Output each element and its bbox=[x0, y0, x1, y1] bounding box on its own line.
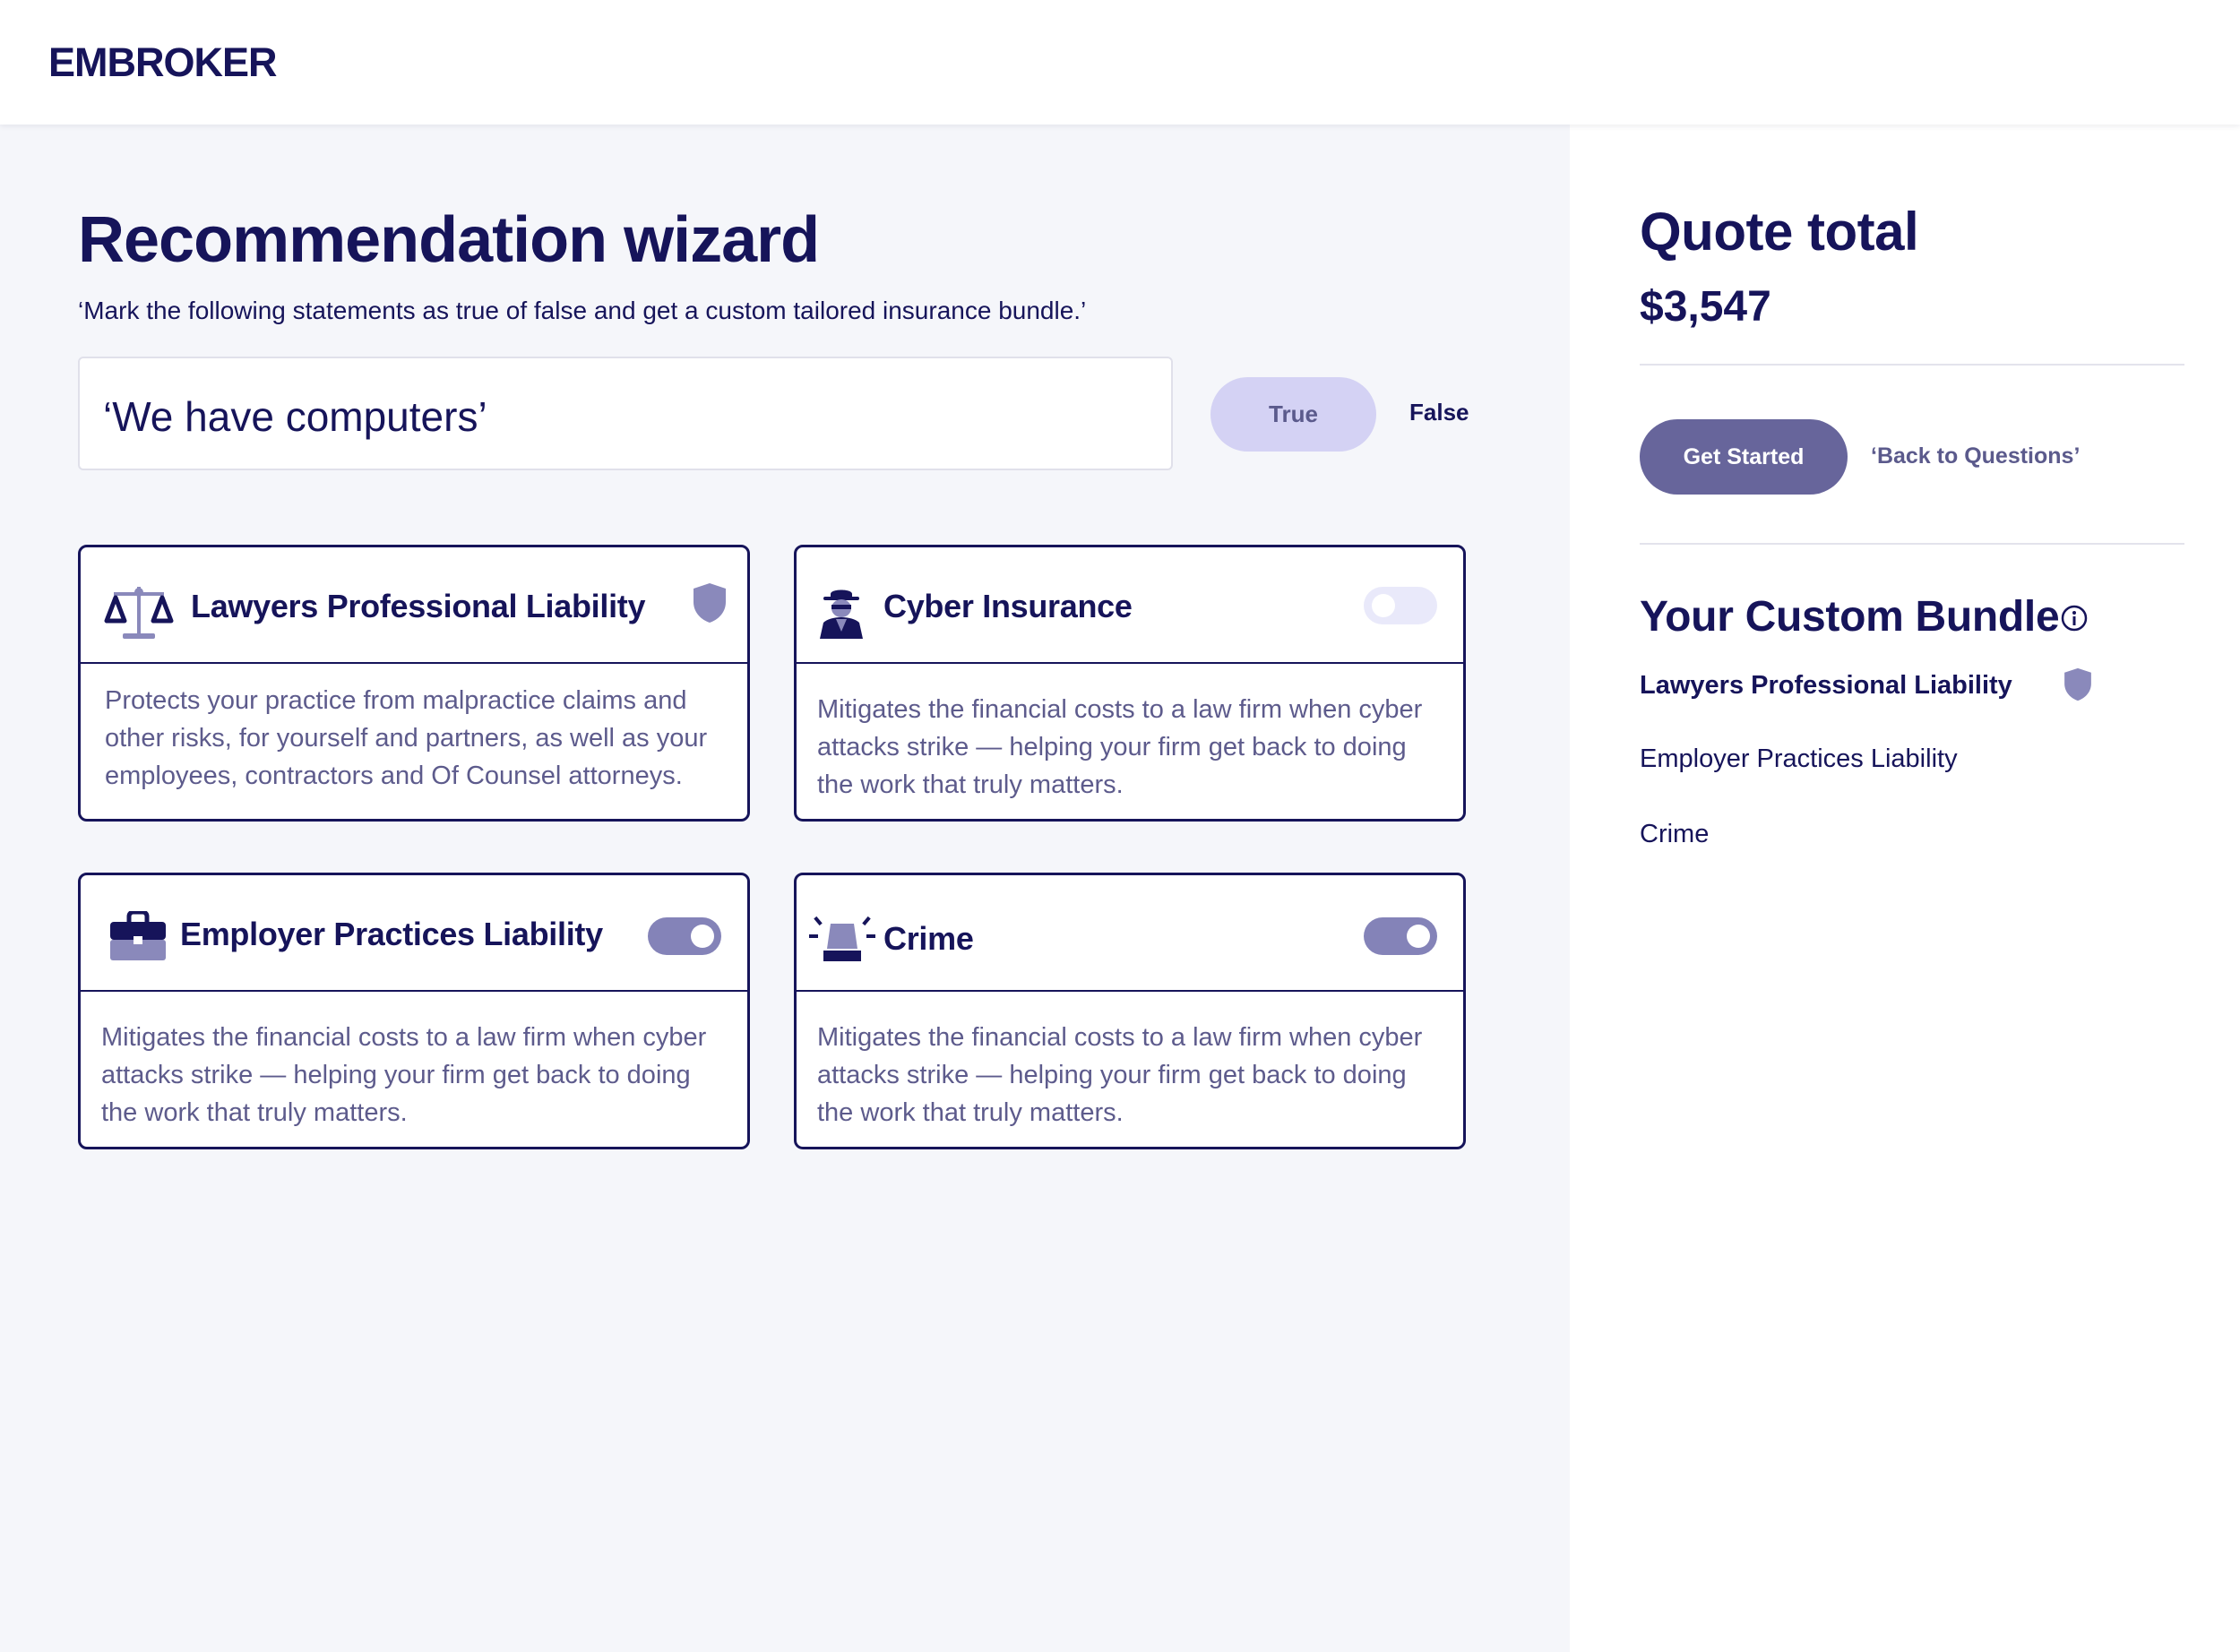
quote-title: Quote total bbox=[1640, 202, 1919, 262]
page-title: Recommendation wizard bbox=[78, 204, 820, 276]
get-started-button[interactable]: Get Started bbox=[1640, 419, 1848, 495]
card-header: Lawyers Professional Liability bbox=[81, 547, 747, 664]
card-description: Protects your practice from malpractice … bbox=[105, 686, 708, 790]
card-header: Crime bbox=[797, 875, 1463, 992]
shield-icon bbox=[2064, 667, 2091, 701]
quote-amount: $3,547 bbox=[1640, 283, 1771, 331]
card-header: Employer Practices Liability bbox=[81, 875, 747, 992]
embroker-logo[interactable]: EMBROKER bbox=[48, 39, 278, 86]
card-title: Employer Practices Liability bbox=[180, 916, 603, 952]
briefcase-icon bbox=[110, 911, 166, 960]
wizard-instructions: ‘Mark the following statements as true o… bbox=[78, 297, 1087, 324]
statement-box: ‘We have computers’ bbox=[78, 357, 1173, 470]
false-button[interactable]: False bbox=[1409, 399, 1469, 426]
employer-practices-toggle[interactable] bbox=[648, 917, 721, 955]
card-description: Mitigates the financial costs to a law f… bbox=[101, 1023, 707, 1127]
card-lawyers-professional-liability[interactable]: Lawyers Professional Liability Protects … bbox=[78, 545, 750, 822]
info-icon[interactable] bbox=[2060, 604, 2089, 632]
shield-icon bbox=[694, 583, 726, 623]
toggle-knob bbox=[1407, 925, 1430, 948]
card-header: Cyber Insurance bbox=[797, 547, 1463, 664]
card-title: Lawyers Professional Liability bbox=[191, 588, 646, 624]
card-description: Mitigates the financial costs to a law f… bbox=[817, 695, 1423, 799]
bundle-item: Employer Practices Liability bbox=[1640, 744, 1958, 773]
crime-toggle[interactable] bbox=[1364, 917, 1437, 955]
card-cyber-insurance[interactable]: Cyber Insurance Mitigates the financial … bbox=[794, 545, 1466, 822]
hacker-icon bbox=[820, 589, 863, 639]
true-button[interactable]: True bbox=[1210, 377, 1376, 452]
toggle-knob bbox=[691, 925, 714, 948]
top-header: EMBROKER bbox=[0, 0, 2240, 125]
card-employer-practices-liability[interactable]: Employer Practices Liability Mitigates t… bbox=[78, 873, 750, 1149]
scales-icon bbox=[104, 587, 174, 639]
card-crime[interactable]: Crime Mitigates the financial costs to a… bbox=[794, 873, 1466, 1149]
divider bbox=[1640, 364, 2184, 366]
card-title: Cyber Insurance bbox=[883, 588, 1133, 624]
bundle-item: Crime bbox=[1640, 820, 1710, 848]
toggle-knob bbox=[1372, 594, 1395, 617]
statement-text: ‘We have computers’ bbox=[103, 393, 487, 440]
wizard-panel: Recommendation wizard ‘Mark the followin… bbox=[0, 125, 1570, 1652]
quote-sidebar: Quote total $3,547 Get Started ‘Back to … bbox=[1570, 125, 2240, 1652]
card-title: Crime bbox=[883, 920, 974, 957]
bundle-item: Lawyers Professional Liability bbox=[1640, 671, 2012, 700]
bundle-title: Your Custom Bundle bbox=[1640, 593, 2060, 641]
alarm-siren-icon bbox=[809, 916, 875, 961]
back-to-questions-link[interactable]: ‘Back to Questions’ bbox=[1871, 443, 2080, 469]
cyber-insurance-toggle[interactable] bbox=[1364, 587, 1437, 624]
card-description: Mitigates the financial costs to a law f… bbox=[817, 1023, 1423, 1127]
divider bbox=[1640, 543, 2184, 545]
